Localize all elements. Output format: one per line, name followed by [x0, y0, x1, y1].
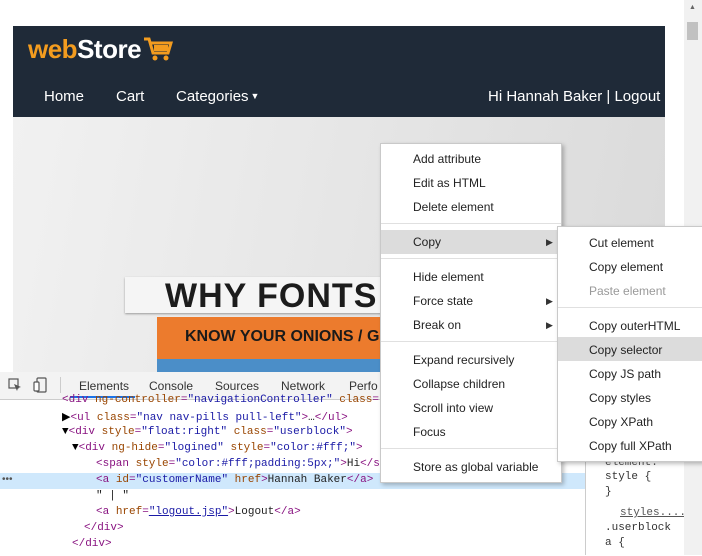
styles-style-close: }: [605, 486, 612, 498]
more-actions-icon[interactable]: •••: [2, 474, 13, 485]
context-menu: Add attribute Edit as HTML Delete elemen…: [380, 143, 562, 483]
submenu-arrow-icon: ▶: [546, 296, 553, 306]
book-orange-title: KNOW YOUR ONIONS / GRAP: [185, 328, 414, 345]
collapse-arrow-icon: ▼: [72, 442, 79, 454]
dom-line-8[interactable]: <a href="logout.jsp">Logout</a>: [96, 506, 301, 518]
site-logo[interactable]: web Store: [28, 32, 174, 66]
menu-collapse-children[interactable]: Collapse children: [413, 377, 505, 391]
menu-hide-element[interactable]: Hide element: [413, 270, 484, 284]
menu-separator: [381, 448, 561, 449]
submenu-paste-element: Paste element: [589, 284, 666, 298]
submenu-copy-outerhtml[interactable]: Copy outerHTML: [589, 319, 680, 333]
menu-separator: [381, 341, 561, 342]
menu-break-on[interactable]: Break on: [413, 318, 461, 332]
submenu-copy-xpath[interactable]: Copy XPath: [589, 415, 653, 429]
cart-logo-icon: [144, 37, 174, 61]
nav-categories-label: Categories: [176, 88, 249, 105]
menu-separator: [558, 307, 702, 308]
tab-elements[interactable]: Elements: [79, 379, 129, 393]
page-scroll-thumb[interactable]: [687, 22, 698, 40]
submenu-arrow-icon: ▶: [546, 320, 553, 330]
nav-categories[interactable]: Categories ▼: [176, 88, 259, 105]
menu-separator: [381, 258, 561, 259]
user-greeting-logout[interactable]: Hi Hannah Baker | Logout: [488, 88, 660, 105]
dom-line-7[interactable]: " | ": [96, 490, 129, 502]
submenu-cut-element[interactable]: Cut element: [589, 236, 654, 250]
menu-add-attribute[interactable]: Add attribute: [413, 152, 481, 166]
dom-line-5[interactable]: <span style="color:#fff;padding:5px;">Hi…: [96, 458, 380, 470]
inspect-element-icon[interactable]: [8, 378, 22, 392]
logo-web-text: web: [28, 33, 78, 64]
device-toolbar-icon[interactable]: [33, 377, 47, 393]
submenu-copy-styles[interactable]: Copy styles: [589, 391, 651, 405]
submenu-copy-js-path[interactable]: Copy JS path: [589, 367, 661, 381]
submenu-arrow-icon: ▶: [546, 237, 553, 247]
collapse-arrow-icon: ▼: [62, 426, 69, 438]
menu-expand-recursively[interactable]: Expand recursively: [413, 353, 514, 367]
submenu-copy-selector[interactable]: Copy selector: [589, 343, 662, 357]
tab-network[interactable]: Network: [281, 379, 325, 393]
menu-scroll-into-view[interactable]: Scroll into view: [413, 401, 493, 415]
nav-cart[interactable]: Cart: [116, 88, 144, 105]
caret-down-icon: ▼: [250, 91, 260, 101]
tab-sources[interactable]: Sources: [215, 379, 259, 393]
tab-performance[interactable]: Perfo: [349, 379, 378, 393]
nav-home[interactable]: Home: [44, 88, 84, 105]
dom-line-10[interactable]: </div>: [72, 538, 112, 550]
menu-copy-highlight[interactable]: [381, 230, 561, 254]
submenu-copy-element[interactable]: Copy element: [589, 260, 663, 274]
submenu-copy-full-xpath[interactable]: Copy full XPath: [589, 439, 672, 453]
menu-edit-as-html[interactable]: Edit as HTML: [413, 176, 486, 190]
tab-console[interactable]: Console: [149, 379, 193, 393]
menu-separator: [381, 223, 561, 224]
menu-force-state[interactable]: Force state: [413, 294, 473, 308]
scroll-up-arrow-icon[interactable]: ▲: [689, 4, 696, 11]
menu-store-as-global[interactable]: Store as global variable: [413, 460, 538, 474]
dom-line-9[interactable]: </div>: [84, 522, 124, 534]
dom-line-2[interactable]: ▶<ul class="nav nav-pills pull-left">…</…: [62, 410, 348, 424]
dom-line-1[interactable]: <div ng-controller="navigationController…: [62, 394, 379, 406]
styles-source-link[interactable]: styles....: [620, 507, 686, 519]
menu-delete-element[interactable]: Delete element: [413, 200, 494, 214]
logo-store-text: Store: [77, 33, 142, 64]
navbar: web Store Home Cart Categories ▼ Hi Hannah…: [13, 26, 665, 117]
menu-focus[interactable]: Focus: [413, 425, 446, 439]
dom-line-3[interactable]: ▼<div style="float:right" class="userblo…: [62, 426, 353, 438]
toolbar-divider: [60, 377, 61, 393]
dom-line-6[interactable]: <a id="customerName" href>Hannah Baker</…: [96, 474, 413, 486]
copy-submenu: Cut element Copy element Paste element C…: [557, 226, 702, 462]
book-white-title: WHY FONTS: [165, 277, 378, 315]
menu-copy[interactable]: Copy: [413, 235, 441, 249]
styles-selector[interactable]: .userblock: [605, 522, 671, 534]
styles-rule-open: a {: [605, 537, 625, 549]
dom-line-4[interactable]: ▼<div ng-hide="logined" style="color:#ff…: [72, 442, 363, 454]
styles-style-open[interactable]: style {: [605, 471, 651, 483]
